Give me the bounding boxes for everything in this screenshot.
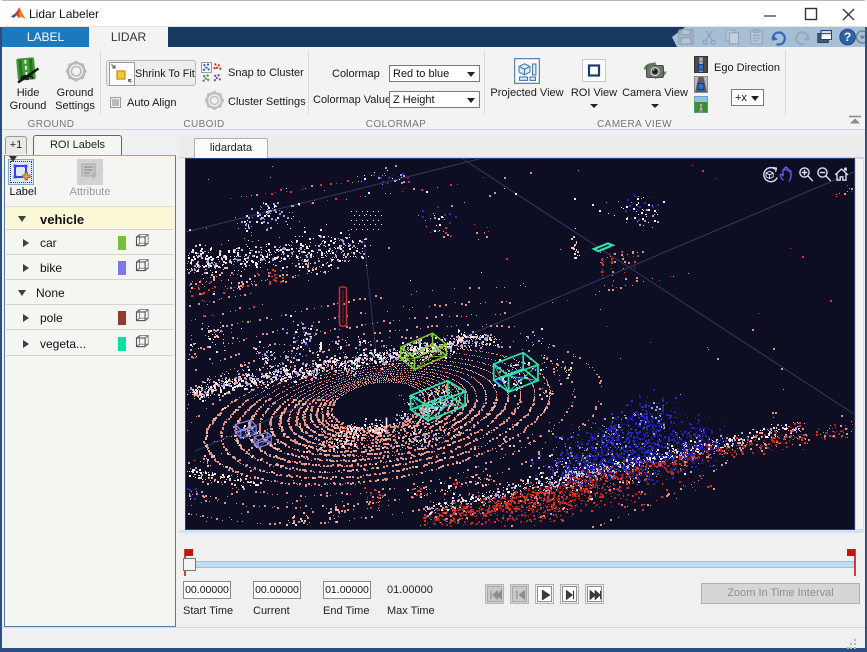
svg-text:?: ? [844,30,851,44]
